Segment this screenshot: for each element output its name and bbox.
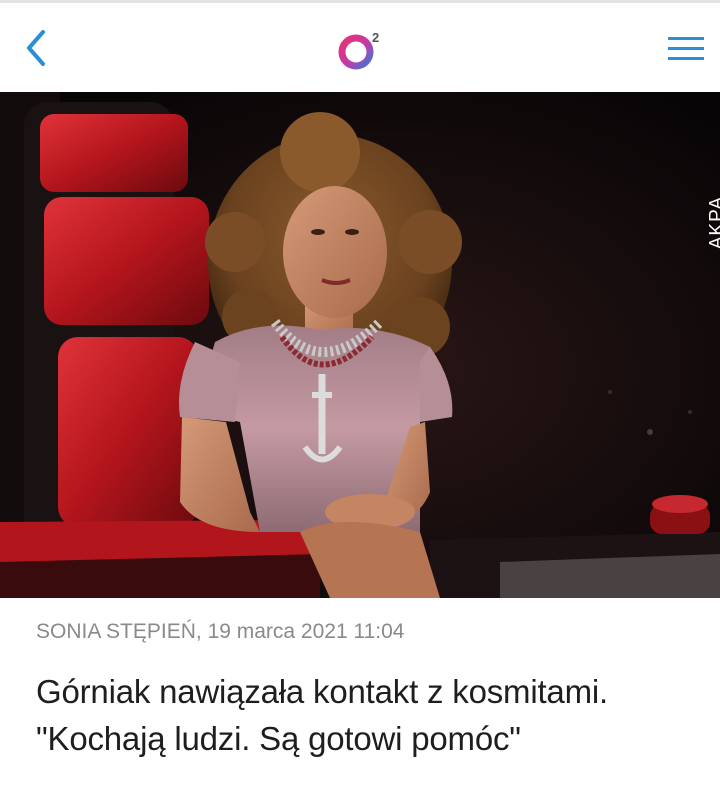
publish-date: 19 marca 2021 11:04 [207, 620, 405, 643]
top-navigation-bar: 2 [0, 0, 720, 92]
o2-logo[interactable]: 2 [336, 27, 386, 73]
article-hero-image[interactable]: AKPA [0, 92, 720, 598]
menu-button[interactable] [664, 29, 708, 69]
article-meta: SONIA STĘPIEŃ, 19 marca 2021 11:04 [0, 598, 720, 660]
chevron-left-icon [27, 30, 45, 66]
hero-photo [0, 92, 720, 598]
article-title[interactable]: Górniak nawiązała kontakt z kosmitami. "K… [0, 660, 720, 762]
article-title-line1: Górniak nawiązała kontakt z kosmitami. [36, 673, 608, 710]
article-title-line2: "Kochają ludzi. Są gotowi pomóc" [36, 720, 521, 757]
o2-logo-icon: 2 [338, 30, 379, 70]
logo-superscript: 2 [372, 30, 379, 45]
author-name[interactable]: SONIA STĘPIEŃ [36, 620, 196, 643]
photo-credit: AKPA [706, 196, 720, 250]
back-button[interactable] [14, 23, 58, 73]
hamburger-menu-icon [668, 37, 704, 60]
meta-separator: , [195, 620, 208, 643]
